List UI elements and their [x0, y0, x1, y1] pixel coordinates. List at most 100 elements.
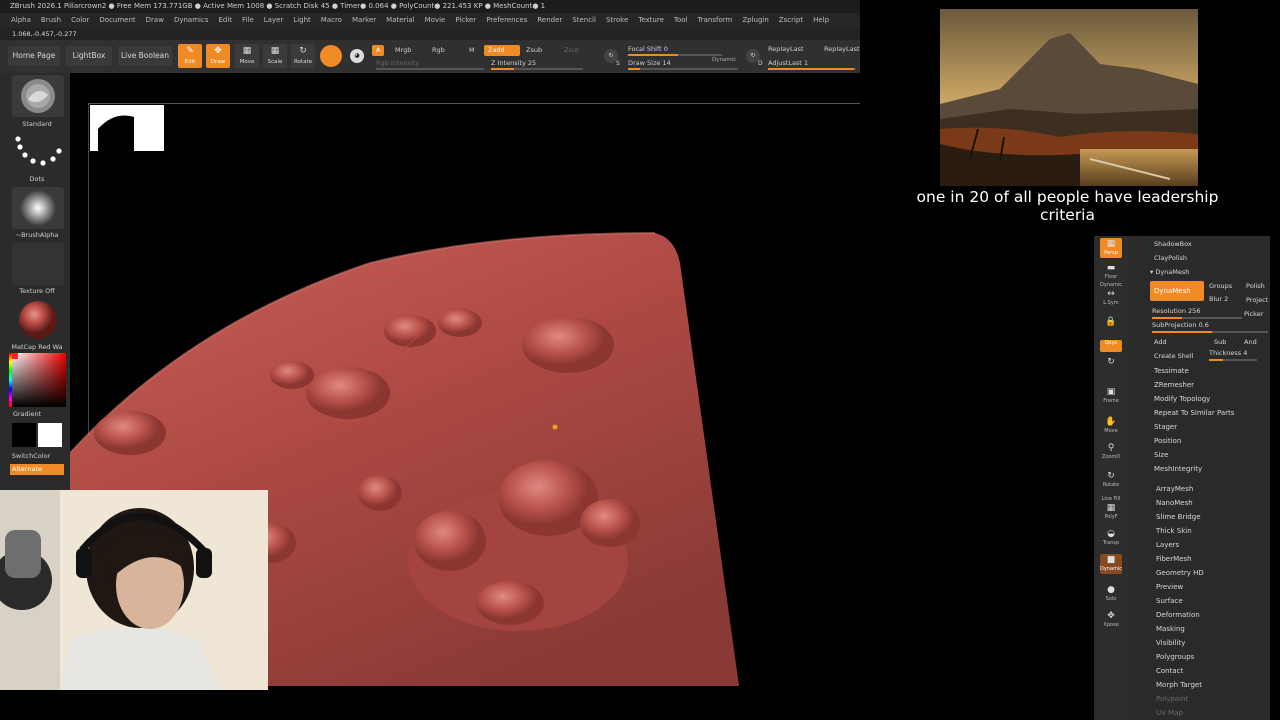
menu-zplugin[interactable]: Zplugin [737, 13, 773, 28]
claypolish-button[interactable]: ClayPolish [1154, 254, 1187, 262]
live-boolean-button[interactable]: Live Boolean [118, 46, 172, 66]
morph-target-item[interactable]: Morph Target [1156, 681, 1202, 689]
polish-toggle[interactable]: Polish [1246, 282, 1265, 290]
material-thumbnail[interactable] [12, 299, 64, 341]
rotate-view-button[interactable]: ↻ Rotate [1100, 470, 1122, 490]
mrgb-toggle[interactable]: Mrgb [391, 45, 415, 56]
polyf-button[interactable]: Line Fill ▦ PolyF [1100, 496, 1122, 520]
layers-item[interactable]: Layers [1156, 541, 1179, 549]
scale-mode-button[interactable]: ▦ Scale [263, 44, 287, 68]
zremesher-item[interactable]: ZRemesher [1154, 381, 1194, 389]
secondary-color-swatch[interactable] [38, 423, 62, 447]
visibility-item[interactable]: Visibility [1156, 639, 1185, 647]
spotlight-icon[interactable]: ◕ [350, 49, 364, 63]
menu-draw[interactable]: Draw [141, 13, 169, 28]
polypaint-item[interactable]: Polypaint [1156, 695, 1188, 703]
resolution-slider[interactable]: Resolution 256 [1152, 307, 1242, 319]
stager-item[interactable]: Stager [1154, 423, 1177, 431]
home-page-button[interactable]: Home Page [8, 46, 60, 66]
shadowbox-button[interactable]: ShadowBox [1154, 240, 1192, 248]
tessimate-item[interactable]: Tessimate [1154, 367, 1189, 375]
thickness-slider[interactable]: Thickness 4 [1209, 349, 1257, 361]
menu-help[interactable]: Help [808, 13, 834, 28]
brush-thumbnail[interactable] [12, 75, 64, 117]
stroke-thumbnail[interactable] [12, 131, 64, 173]
lightbox-button[interactable]: LightBox [66, 46, 112, 66]
surface-item[interactable]: Surface [1156, 597, 1183, 605]
menu-alpha[interactable]: Alpha [6, 13, 36, 28]
rgb-toggle[interactable]: Rgb [428, 45, 449, 56]
xyz-button[interactable]: Qxyz [1100, 340, 1122, 352]
nanomesh-item[interactable]: NanoMesh [1156, 499, 1193, 507]
ghost-button[interactable]: ■ Dynamic [1100, 554, 1122, 574]
preview-item[interactable]: Preview [1156, 583, 1183, 591]
a-toggle[interactable]: A [372, 45, 385, 56]
geometry-hd-item[interactable]: Geometry HD [1156, 569, 1204, 577]
zoom-view-button[interactable]: ⚲ ZoomD [1100, 442, 1122, 462]
zcut-toggle[interactable]: Zcut [560, 45, 583, 56]
menu-dynamics[interactable]: Dynamics [169, 13, 214, 28]
material-swatch-button[interactable] [320, 45, 342, 67]
groups-toggle[interactable]: Groups [1209, 282, 1232, 290]
menu-stroke[interactable]: Stroke [601, 13, 633, 28]
modify-topology-item[interactable]: Modify Topology [1154, 395, 1210, 403]
menu-render[interactable]: Render [532, 13, 567, 28]
menu-preferences[interactable]: Preferences [481, 13, 532, 28]
rotate-mode-button[interactable]: ↻ Rotate [291, 44, 315, 68]
menu-color[interactable]: Color [66, 13, 94, 28]
menu-marker[interactable]: Marker [347, 13, 381, 28]
primary-color-swatch[interactable] [12, 423, 36, 447]
menu-transform[interactable]: Transform [693, 13, 738, 28]
meshintegrity-item[interactable]: MeshIntegrity [1154, 465, 1202, 473]
xpose-button[interactable]: ✥ Xpose [1100, 610, 1122, 630]
subprojection-slider[interactable]: SubProjection 0.6 [1152, 321, 1268, 333]
replay-last-rel-button[interactable]: ReplayLast [820, 44, 864, 55]
solo-button[interactable]: ● Solo [1100, 584, 1122, 604]
menu-document[interactable]: Document [94, 13, 140, 28]
menu-picker[interactable]: Picker [450, 13, 481, 28]
rgb-intensity-slider[interactable]: Rgb Intensity [376, 58, 484, 71]
move-mode-button[interactable]: ▦ Move [235, 44, 259, 68]
draw-mode-button[interactable]: ✥ Draw [206, 44, 230, 68]
slime-bridge-item[interactable]: Slime Bridge [1156, 513, 1201, 521]
menu-brush[interactable]: Brush [36, 13, 66, 28]
persp-button[interactable]: ▦ Persp [1100, 238, 1122, 258]
add-button[interactable]: Add [1154, 338, 1167, 346]
thick-skin-item[interactable]: Thick Skin [1156, 527, 1192, 535]
position-item[interactable]: Position [1154, 437, 1181, 445]
contact-item[interactable]: Contact [1156, 667, 1183, 675]
menu-movie[interactable]: Movie [420, 13, 451, 28]
menu-edit[interactable]: Edit [213, 13, 237, 28]
deformation-item[interactable]: Deformation [1156, 611, 1200, 619]
menu-texture[interactable]: Texture [633, 13, 669, 28]
size-item[interactable]: Size [1154, 451, 1168, 459]
color-picker[interactable] [9, 353, 66, 407]
arraymesh-item[interactable]: ArrayMesh [1156, 485, 1193, 493]
m-toggle[interactable]: M [465, 45, 479, 56]
masking-item[interactable]: Masking [1156, 625, 1185, 633]
dynamic-toggle[interactable]: Dynamic [708, 55, 740, 66]
zadd-toggle[interactable]: Zadd [484, 45, 520, 56]
menu-file[interactable]: File [237, 13, 259, 28]
uv-map-item[interactable]: UV Map [1156, 709, 1183, 717]
fibermesh-item[interactable]: FiberMesh [1156, 555, 1192, 563]
sub-button[interactable]: Sub [1214, 338, 1226, 346]
and-button[interactable]: And [1244, 338, 1257, 346]
polygroups-item[interactable]: Polygroups [1156, 653, 1194, 661]
alternate-button[interactable]: Alternate [10, 464, 64, 475]
rotate-axis-button[interactable]: ↻ [1100, 356, 1122, 376]
menu-tool[interactable]: Tool [669, 13, 693, 28]
repeat-similar-parts-item[interactable]: Repeat To Similar Parts [1154, 409, 1234, 417]
zsub-toggle[interactable]: Zsub [522, 45, 546, 56]
z-intensity-slider[interactable]: Z Intensity 25 [491, 58, 583, 71]
adjust-last-slider[interactable]: AdjustLast 1 [768, 58, 856, 71]
alpha-thumbnail[interactable] [12, 187, 64, 229]
blur-slider[interactable]: Blur 2 [1209, 295, 1228, 303]
menu-zscript[interactable]: Zscript [774, 13, 808, 28]
texture-thumbnail[interactable] [12, 243, 64, 285]
edit-mode-button[interactable]: ✎ Edit [178, 44, 202, 68]
switch-color-label[interactable]: SwitchColor [0, 452, 68, 460]
hue-strip[interactable] [9, 353, 12, 407]
dynamesh-header[interactable]: ▾ DynaMesh [1150, 268, 1189, 276]
picker-toggle[interactable]: Picker [1244, 310, 1263, 318]
